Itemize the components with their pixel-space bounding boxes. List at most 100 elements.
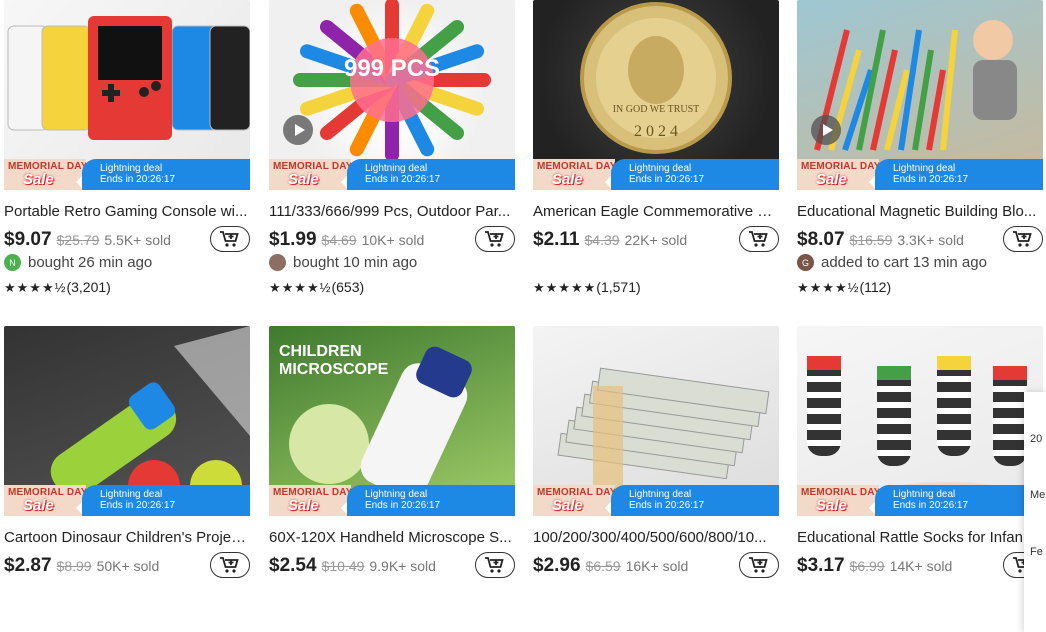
lightning-deal-label: Lightning deal: [893, 163, 956, 174]
rating-stars: ★★★★★: [533, 280, 597, 295]
original-price: $4.39: [584, 232, 620, 248]
promo-banner: MEMORIAL DAY Sale Lightning deal Ends in 20…: [533, 159, 779, 190]
lightning-deal-label: Lightning deal: [100, 163, 163, 174]
original-price: $10.49: [321, 558, 365, 574]
side-panel[interactable]: 20 Me Fe: [1024, 392, 1046, 632]
price-row: $2.54 $10.49 9.9K+ sold: [269, 552, 515, 585]
social-proof-text: bought 10 min ago: [293, 254, 418, 271]
memorial-day-sale-badge: MEMORIAL DAY Sale: [797, 159, 879, 190]
add-to-cart-button[interactable]: [210, 552, 250, 578]
product-title[interactable]: Cartoon Dinosaur Children's Projec...: [4, 529, 248, 546]
sold-count: 9.9K+ sold: [369, 558, 436, 574]
memorial-day-sale-badge: MEMORIAL DAY Sale: [4, 485, 86, 516]
rating-stars: ★★★★½: [269, 280, 332, 295]
add-to-cart-button[interactable]: [475, 552, 515, 578]
rating: ★★★★½(112): [797, 279, 891, 296]
promo-banner: MEMORIAL DAY Sale Lightning deal Ends in 20…: [4, 485, 250, 516]
memorial-day-sale-badge: MEMORIAL DAY Sale: [533, 485, 615, 516]
review-count[interactable]: (653): [331, 279, 364, 295]
product-title[interactable]: Educational Rattle Socks for Infan...: [797, 529, 1041, 546]
product-card[interactable]: 999 PCS MEMORIAL DAY Sale Lightning deal End…: [265, 0, 515, 306]
deal-countdown: Ends in 20:26:17: [629, 174, 705, 185]
sale-label: Sale: [816, 497, 847, 514]
lightning-deal-badge: Lightning deal Ends in 20:26:17: [82, 159, 250, 190]
rating: ★★★★½(653): [269, 279, 364, 296]
lightning-deal-badge: Lightning deal Ends in 20:26:17: [347, 485, 515, 516]
product-title[interactable]: 60X-120X Handheld Microscope S...: [269, 529, 513, 546]
social-proof: bought 10 min ago: [269, 254, 417, 271]
add-to-cart-button[interactable]: [475, 226, 515, 252]
add-to-cart-button[interactable]: [1003, 226, 1043, 252]
add-to-cart-button[interactable]: [739, 226, 779, 252]
svg-text:CHILDREN: CHILDREN: [279, 343, 362, 360]
lightning-deal-badge: Lightning deal Ends in 20:26:17: [611, 485, 779, 516]
sale-label: Sale: [23, 171, 54, 188]
svg-text:IN GOD WE TRUST: IN GOD WE TRUST: [613, 104, 700, 115]
add-to-cart-button[interactable]: [739, 552, 779, 578]
price-row: $3.17 $6.99 14K+ sold: [797, 552, 1043, 585]
add-to-cart-button[interactable]: [210, 226, 250, 252]
lightning-deal-label: Lightning deal: [893, 489, 956, 500]
lightning-deal-badge: Lightning deal Ends in 20:26:17: [875, 159, 1043, 190]
lightning-deal-badge: Lightning deal Ends in 20:26:17: [82, 485, 250, 516]
price-row: $2.87 $8.99 50K+ sold: [4, 552, 250, 585]
deal-countdown: Ends in 20:26:17: [893, 174, 969, 185]
promo-banner: MEMORIAL DAY Sale Lightning deal Ends in 20…: [269, 159, 515, 190]
rating: ★★★★★(1,571): [533, 279, 641, 296]
rating-stars: ★★★★½: [797, 280, 860, 295]
user-avatar: [269, 254, 286, 271]
promo-banner: MEMORIAL DAY Sale Lightning deal Ends in 20…: [4, 159, 250, 190]
sold-count: 16K+ sold: [625, 558, 689, 574]
svg-text:999 PCS: 999 PCS: [344, 55, 440, 82]
deal-countdown: Ends in 20:26:17: [893, 500, 969, 511]
price-row: $2.11 $4.39 22K+ sold: [533, 226, 779, 259]
lightning-deal-label: Lightning deal: [629, 489, 692, 500]
product-title[interactable]: Educational Magnetic Building Blo...: [797, 203, 1041, 220]
product-title[interactable]: American Eagle Commemorative C...: [533, 203, 777, 220]
sale-label: Sale: [552, 171, 583, 188]
promo-banner: MEMORIAL DAY Sale Lightning deal Ends in 20…: [269, 485, 515, 516]
promo-banner: MEMORIAL DAY Sale Lightning deal Ends in 20…: [533, 485, 779, 516]
price-row: $2.96 $6.59 16K+ sold: [533, 552, 779, 585]
lightning-deal-label: Lightning deal: [100, 489, 163, 500]
product-card[interactable]: MEMORIAL DAY Sale Lightning deal Ends in 20…: [0, 0, 250, 306]
memorial-day-sale-badge: MEMORIAL DAY Sale: [4, 159, 86, 190]
product-card[interactable]: MEMORIAL DAY Sale Lightning deal Ends in 20…: [793, 0, 1043, 306]
deal-countdown: Ends in 20:26:17: [100, 500, 176, 511]
sold-count: 50K+ sold: [96, 558, 160, 574]
lightning-deal-label: Lightning deal: [365, 163, 428, 174]
social-proof: Gadded to cart 13 min ago: [797, 254, 987, 271]
product-price: $9.07: [4, 229, 52, 250]
sale-label: Sale: [552, 497, 583, 514]
memorial-day-sale-badge: MEMORIAL DAY Sale: [269, 485, 351, 516]
review-count[interactable]: (3,201): [66, 279, 110, 295]
cart-plus-icon: [220, 231, 239, 247]
product-price: $3.17: [797, 555, 845, 576]
product-title[interactable]: Portable Retro Gaming Console wi...: [4, 203, 248, 220]
product-card[interactable]: MEMORIAL DAY Sale Lightning deal Ends in 20…: [0, 326, 250, 632]
product-price: $2.54: [269, 555, 317, 576]
play-video-icon[interactable]: [811, 115, 841, 145]
lightning-deal-badge: Lightning deal Ends in 20:26:17: [875, 485, 1043, 516]
user-avatar: N: [4, 254, 21, 271]
sale-label: Sale: [288, 497, 319, 514]
product-card[interactable]: MEMORIAL DAY Sale Lightning deal Ends in 20…: [793, 326, 1043, 632]
sold-count: 10K+ sold: [361, 232, 425, 248]
sold-count: 5.5K+ sold: [104, 232, 171, 248]
product-title[interactable]: 111/333/666/999 Pcs, Outdoor Par...: [269, 203, 513, 220]
deal-countdown: Ends in 20:26:17: [365, 500, 441, 511]
product-card[interactable]: CHILDREN MICROSCOPE MEMORIAL DAY Sale Lightn…: [265, 326, 515, 632]
original-price: $4.69: [321, 232, 357, 248]
product-price: $2.96: [533, 555, 581, 576]
product-title[interactable]: 100/200/300/400/500/600/800/10...: [533, 529, 777, 546]
original-price: $6.59: [585, 558, 621, 574]
review-count[interactable]: (112): [859, 279, 891, 295]
promo-banner: MEMORIAL DAY Sale Lightning deal Ends in 20…: [797, 159, 1043, 190]
product-price: $2.11: [533, 229, 580, 250]
review-count[interactable]: (1,571): [596, 279, 640, 295]
product-card[interactable]: MEMORIAL DAY Sale Lightning deal Ends in 20…: [529, 326, 779, 632]
play-video-icon[interactable]: [283, 115, 313, 145]
rating: ★★★★½(3,201): [4, 279, 111, 296]
user-avatar: G: [797, 254, 814, 271]
product-card[interactable]: IN GOD WE TRUST 2 0 2 4 MEMORIAL DAY Sale Li…: [529, 0, 779, 306]
